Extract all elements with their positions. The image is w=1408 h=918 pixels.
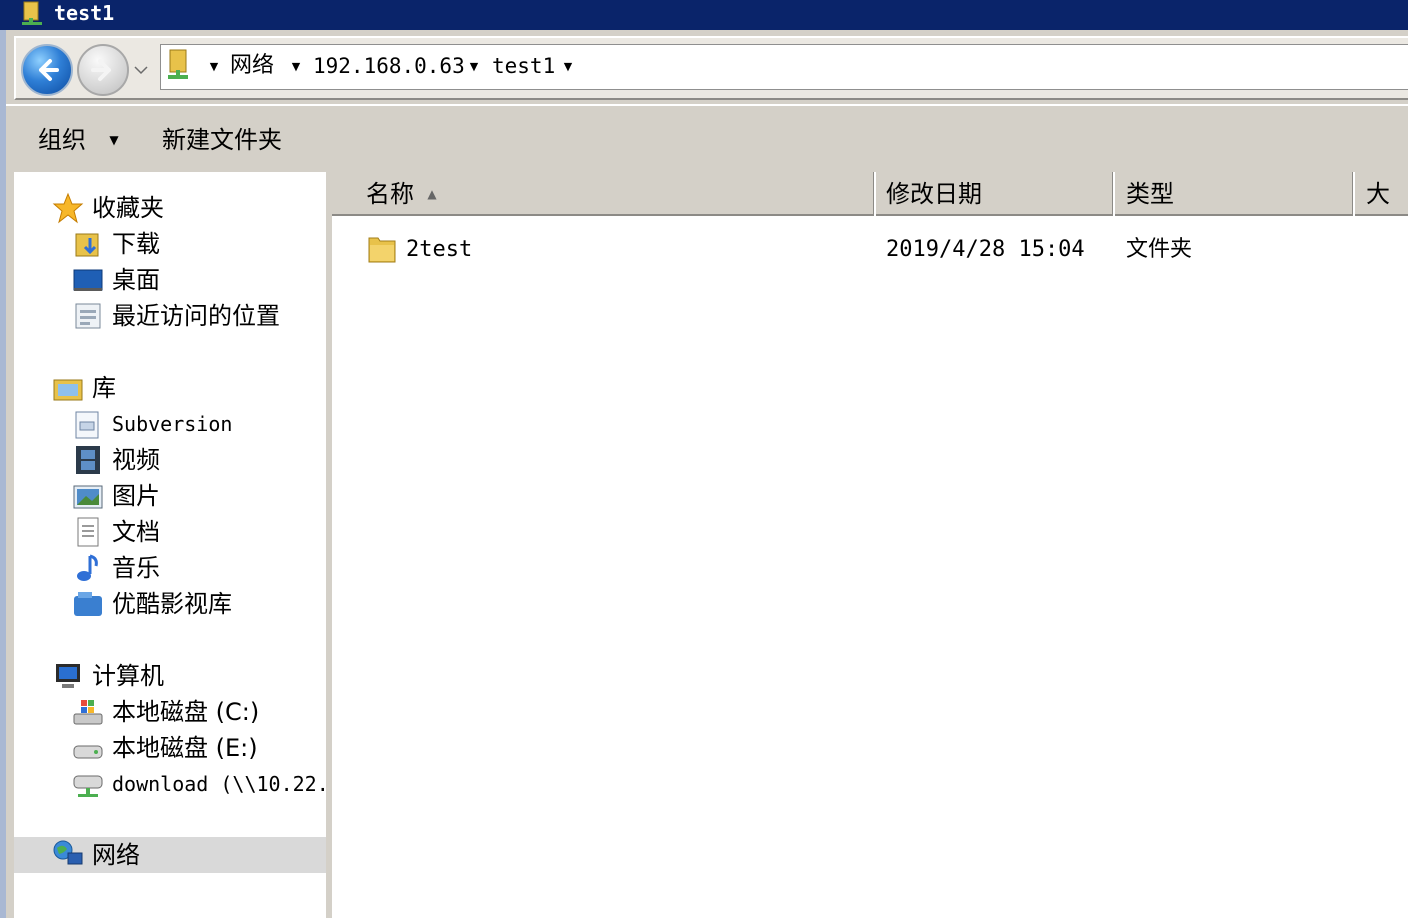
- libraries-icon: [53, 379, 83, 401]
- window-title-bar[interactable]: [0, 0, 1408, 30]
- video-icon: [76, 446, 100, 474]
- nav-recent-places[interactable]: 最近访问的位置: [112, 298, 280, 334]
- nav-documents[interactable]: 文档: [112, 514, 160, 550]
- nav-network[interactable]: 网络: [92, 837, 140, 873]
- new-folder-button[interactable]: 新建文件夹: [162, 118, 282, 162]
- nav-desktop[interactable]: 桌面: [112, 262, 160, 298]
- breadcrumb-arrow-icon[interactable]: ▼: [287, 56, 305, 76]
- star-icon: [52, 192, 84, 224]
- network-icon: [53, 840, 83, 865]
- music-icon: [77, 554, 98, 581]
- network-drive-icon: [73, 775, 103, 797]
- pictures-icon: [73, 485, 103, 509]
- file-list[interactable]: [332, 172, 1408, 918]
- nav-videos[interactable]: 视频: [112, 442, 160, 478]
- nav-pictures[interactable]: 图片: [112, 478, 160, 514]
- network-folder-icon: [22, 1, 42, 25]
- organize-button[interactable]: 组织: [38, 118, 86, 162]
- file-row[interactable]: [340, 230, 1408, 270]
- navigation-pane: [14, 172, 326, 918]
- breadcrumb-test1[interactable]: test1: [492, 48, 555, 84]
- nav-computer[interactable]: 计算机: [92, 658, 164, 694]
- nav-favorites[interactable]: 收藏夹: [92, 190, 164, 226]
- breadcrumb-network[interactable]: 网络: [230, 48, 274, 84]
- file-name[interactable]: 2test: [406, 232, 472, 268]
- subversion-library-icon: [75, 411, 99, 439]
- nav-subversion[interactable]: Subversion: [112, 406, 232, 442]
- documents-icon: [77, 517, 99, 547]
- arrow-left-icon: [39, 59, 59, 81]
- chevron-down-icon: [134, 66, 148, 75]
- window-title: test1: [54, 1, 115, 25]
- column-header-row: [332, 172, 1408, 216]
- column-header-size[interactable]: 大小: [1366, 176, 1408, 212]
- file-type: 文件夹: [1126, 237, 1193, 262]
- breadcrumb-arrow-icon[interactable]: ▼: [465, 56, 483, 76]
- column-divider[interactable]: [1352, 172, 1355, 216]
- nav-drive-c[interactable]: 本地磁盘 (C:): [112, 694, 259, 730]
- recent-pages-button[interactable]: [131, 60, 151, 80]
- folder-icon: [368, 237, 396, 263]
- nav-downloads[interactable]: 下载: [112, 226, 160, 262]
- nav-music[interactable]: 音乐: [112, 550, 160, 586]
- dropdown-arrow-icon[interactable]: ▼: [104, 128, 124, 152]
- nav-download-share[interactable]: download (\\10.22.: [112, 766, 324, 802]
- computer-icon: [56, 664, 80, 688]
- column-header-name[interactable]: 名称: [366, 176, 414, 212]
- back-button[interactable]: [21, 44, 73, 96]
- breadcrumb-arrow-icon[interactable]: ▼: [559, 56, 577, 76]
- network-folder-icon: [168, 49, 188, 79]
- column-divider[interactable]: [873, 172, 876, 216]
- breadcrumb-ip[interactable]: 192.168.0.63: [313, 48, 465, 84]
- column-header-modified[interactable]: 修改日期: [886, 176, 982, 212]
- forward-button[interactable]: [77, 44, 129, 96]
- file-modified: 2019/4/28 15:04: [886, 237, 1085, 262]
- sort-ascending-icon: ▲: [427, 187, 437, 201]
- downloads-folder-icon: [75, 233, 99, 257]
- hard-drive-icon: [73, 745, 103, 759]
- nav-libraries[interactable]: 库: [92, 370, 116, 406]
- arrow-right-icon: [91, 59, 111, 81]
- recent-places-icon: [75, 303, 101, 329]
- system-drive-icon: [73, 700, 103, 725]
- column-header-type[interactable]: 类型: [1126, 176, 1174, 212]
- breadcrumb-arrow-icon[interactable]: ▼: [205, 56, 223, 76]
- nav-youku-library[interactable]: 优酷影视库: [112, 586, 232, 622]
- nav-drive-e[interactable]: 本地磁盘 (E:): [112, 730, 258, 766]
- youku-library-icon: [74, 592, 102, 616]
- desktop-icon: [73, 269, 103, 291]
- column-divider[interactable]: [1112, 172, 1115, 216]
